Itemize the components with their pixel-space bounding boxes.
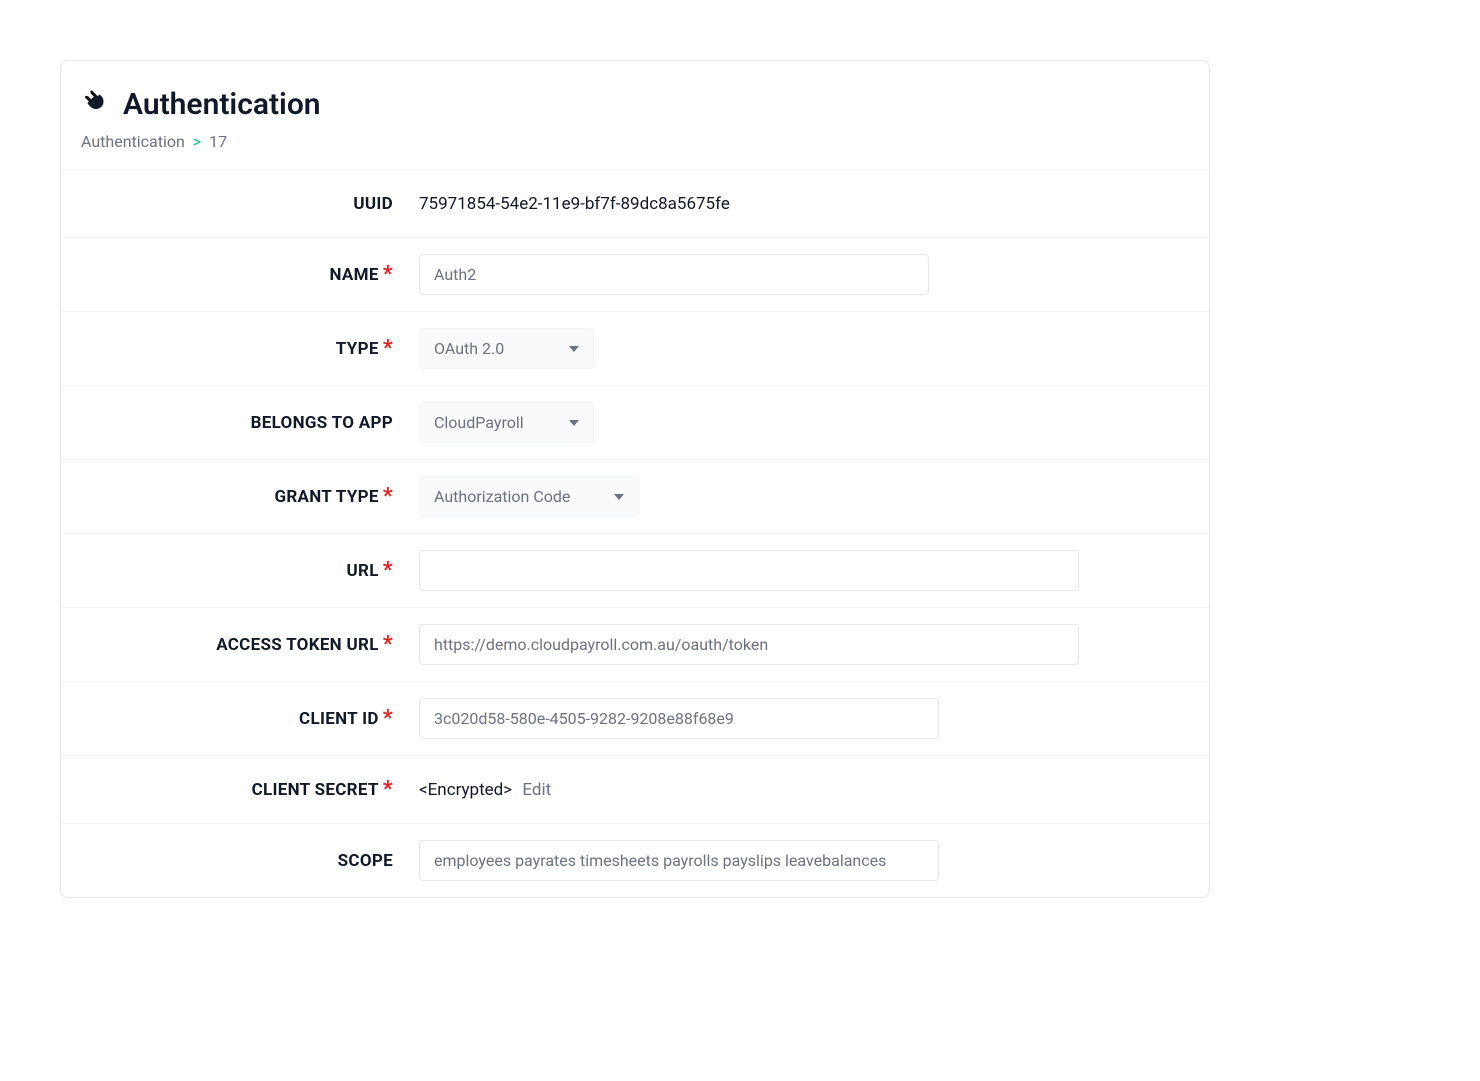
label-client-id: CLIENT ID* xyxy=(81,709,401,729)
authentication-card: Authentication Authentication > 17 UUID … xyxy=(60,60,1210,898)
access-token-url-input[interactable] xyxy=(419,624,1079,665)
required-marker: * xyxy=(383,262,393,287)
url-input[interactable] xyxy=(419,550,1079,591)
required-marker: * xyxy=(383,777,393,802)
row-type: TYPE* OAuth 2.0 xyxy=(61,311,1209,385)
grant-type-select-value: Authorization Code xyxy=(434,487,570,506)
value-uuid: 75971854-54e2-11e9-bf7f-89dc8a5675fe xyxy=(401,194,1189,214)
corner-decoration xyxy=(1198,886,1210,898)
type-select-value: OAuth 2.0 xyxy=(434,339,504,358)
page-title: Authentication xyxy=(123,87,321,122)
label-type: TYPE* xyxy=(81,339,401,359)
label-access-token-url-text: ACCESS TOKEN URL xyxy=(216,635,379,655)
row-access-token-url: ACCESS TOKEN URL* xyxy=(61,607,1209,681)
label-belongs-to-app: BELONGS TO APP xyxy=(81,413,401,433)
client-id-input[interactable] xyxy=(419,698,939,739)
required-marker: * xyxy=(383,558,393,583)
client-secret-edit-link[interactable]: Edit xyxy=(522,780,551,800)
grant-type-select[interactable]: Authorization Code xyxy=(419,476,639,517)
row-url: URL* xyxy=(61,533,1209,607)
page-header: Authentication xyxy=(61,81,1209,122)
row-grant-type: GRANT TYPE* Authorization Code xyxy=(61,459,1209,533)
breadcrumb: Authentication > 17 xyxy=(61,122,1209,169)
required-marker: * xyxy=(383,484,393,509)
row-uuid: UUID 75971854-54e2-11e9-bf7f-89dc8a5675f… xyxy=(61,169,1209,237)
belongs-to-app-select[interactable]: CloudPayroll xyxy=(419,402,594,443)
row-belongs-to-app: BELONGS TO APP CloudPayroll xyxy=(61,385,1209,459)
label-url: URL* xyxy=(81,561,401,581)
required-marker: * xyxy=(383,706,393,731)
corner-decoration xyxy=(60,886,72,898)
corner-decoration xyxy=(60,60,72,72)
label-name-text: NAME xyxy=(329,265,378,285)
name-input[interactable] xyxy=(419,254,929,295)
required-marker: * xyxy=(383,632,393,657)
plug-icon xyxy=(81,90,111,120)
row-name: NAME* xyxy=(61,237,1209,311)
label-grant-type-text: GRANT TYPE xyxy=(274,487,378,507)
label-name: NAME* xyxy=(81,265,401,285)
label-grant-type: GRANT TYPE* xyxy=(81,487,401,507)
label-client-id-text: CLIENT ID xyxy=(299,709,379,729)
client-secret-value: <Encrypted> xyxy=(419,780,512,800)
corner-decoration xyxy=(1198,60,1210,72)
scope-input[interactable] xyxy=(419,840,939,881)
label-type-text: TYPE xyxy=(336,339,379,359)
label-client-secret-text: CLIENT SECRET xyxy=(252,780,379,800)
caret-down-icon xyxy=(569,346,579,352)
label-scope: SCOPE xyxy=(81,851,401,871)
row-client-secret: CLIENT SECRET* <Encrypted> Edit xyxy=(61,755,1209,823)
label-access-token-url: ACCESS TOKEN URL* xyxy=(81,635,401,655)
caret-down-icon xyxy=(614,494,624,500)
caret-down-icon xyxy=(569,420,579,426)
label-url-text: URL xyxy=(347,561,379,581)
row-scope: SCOPE xyxy=(61,823,1209,897)
breadcrumb-parent-link[interactable]: Authentication xyxy=(81,132,185,151)
label-client-secret: CLIENT SECRET* xyxy=(81,780,401,800)
required-marker: * xyxy=(383,336,393,361)
belongs-to-app-select-value: CloudPayroll xyxy=(434,413,524,432)
type-select[interactable]: OAuth 2.0 xyxy=(419,328,594,369)
breadcrumb-current: 17 xyxy=(209,132,227,151)
label-uuid: UUID xyxy=(81,194,401,214)
row-client-id: CLIENT ID* xyxy=(61,681,1209,755)
breadcrumb-separator: > xyxy=(193,132,201,151)
